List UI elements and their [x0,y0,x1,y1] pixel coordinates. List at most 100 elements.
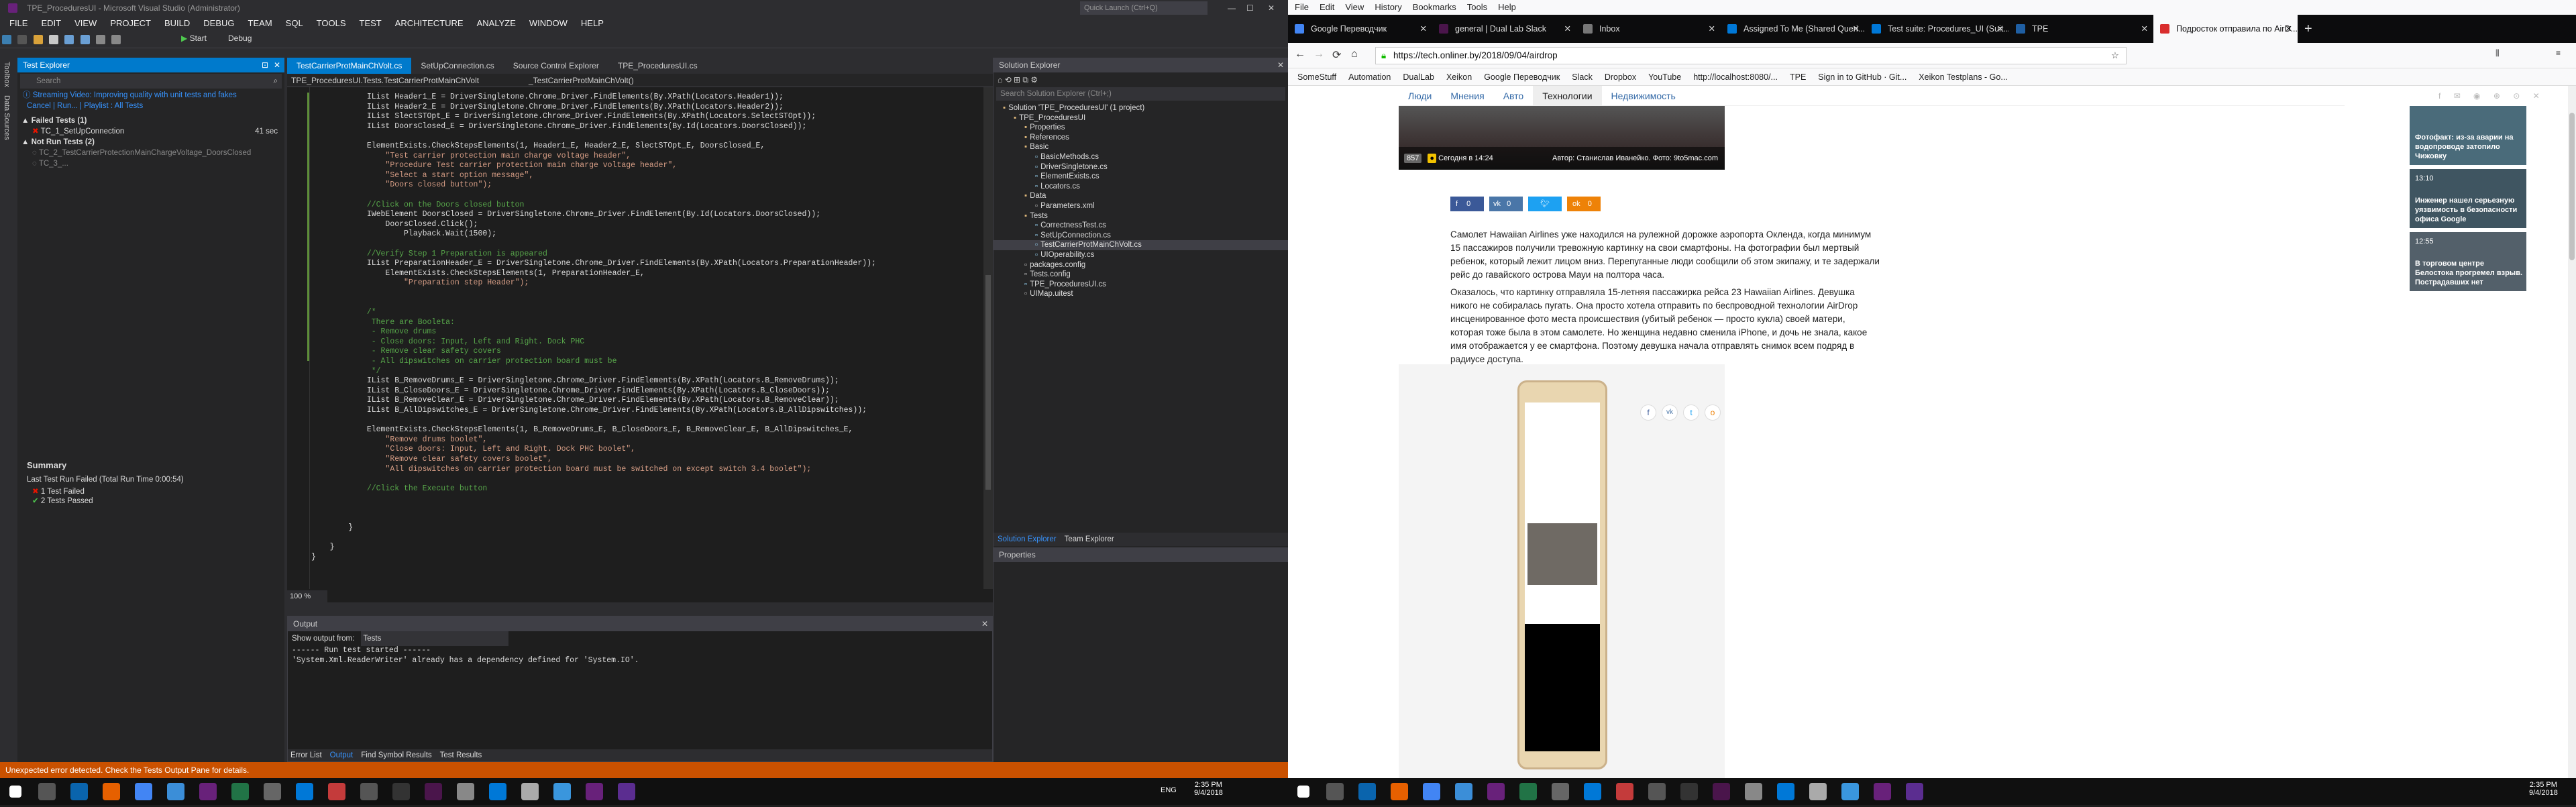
visual-studio-icon[interactable] [1487,783,1505,800]
output-bottom-tab[interactable]: Test Results [440,749,482,761]
scrollbar-thumb[interactable] [2569,113,2575,260]
quick-launch-input[interactable]: Quick Launch (Ctrl+Q) [1080,1,1208,15]
notrun-test-row[interactable]: ◌ TC_3_... [17,158,284,169]
solution-tree-item[interactable]: ▫ DriverSingletone.cs [994,162,1288,172]
excel-icon[interactable] [231,783,249,800]
url-bar[interactable]: 🔒︎ https://tech.onliner.by/2018/09/04/ai… [1375,47,2127,64]
edge-icon[interactable] [1455,783,1472,800]
browser-tab[interactable]: Google Переводчик ✕ [1288,15,1432,43]
firefox-menu-item[interactable]: History [1375,0,1401,15]
notrun-tests-group[interactable]: ▲ Not Run Tests (2) [17,137,284,148]
share-ok-icon[interactable]: o [1705,405,1721,421]
back-icon[interactable]: ← [1295,48,1305,60]
share-facebook-button[interactable]: f 0 [1450,197,1484,211]
share-ok-button[interactable]: ok 0 [1567,197,1601,211]
settings-icon[interactable] [1745,783,1762,800]
share-twitter-icon[interactable]: t [1683,405,1699,421]
vs-menu-item[interactable]: ANALYZE [477,16,516,31]
bookmark-item[interactable]: Slack [1572,68,1593,85]
clock-time[interactable]: 2:35 PM [1194,781,1223,789]
open-file-icon[interactable] [49,35,59,44]
redo-icon[interactable] [111,35,121,44]
chrome-icon[interactable] [1423,783,1440,800]
news-card[interactable]: 13:10 Инженер нашел серьезную уязвимость … [2410,169,2526,228]
site-nav-item[interactable]: Недвижимость [1602,86,1685,105]
search-icon[interactable] [38,783,56,800]
chrome-icon[interactable] [135,783,152,800]
bookmark-item[interactable]: Sign in to GitHub · Git... [1818,68,1907,85]
notes-icon[interactable] [1809,783,1827,800]
site-nav-item[interactable]: Технологии [1533,86,1602,105]
solution-tree-item[interactable]: ▫ SetUpConnection.cs [994,231,1288,241]
vs-menu-item[interactable]: TOOLS [317,16,346,31]
solution-tree-item[interactable]: ▫ Locators.cs [994,182,1288,192]
solution-tree-item[interactable]: ▪ Tests [994,211,1288,221]
new-tab-button[interactable]: + [2298,15,2312,43]
firefox-menu-item[interactable]: Tools [1467,0,1487,15]
calculator-icon[interactable] [264,783,281,800]
browser-tab[interactable]: TPE ✕ [2009,15,2153,43]
bookmark-item[interactable]: Xeikon Testplans - Go... [1919,68,2007,85]
tab-close-icon[interactable]: ✕ [1853,15,1860,43]
tab-close-icon[interactable]: ✕ [1709,15,1715,43]
terminal-icon[interactable] [1680,783,1698,800]
browser-tab[interactable]: Inbox ✕ [1576,15,1721,43]
share-vk-button[interactable]: vk 0 [1489,197,1523,211]
home-icon[interactable]: ⌂ [1351,48,1358,60]
solution-tree-item[interactable]: ▫ TestCarrierProtMainChVolt.cs [994,240,1288,250]
tab-close-icon[interactable]: ✕ [1997,15,2004,43]
bookmark-item[interactable]: http://localhost:8080/... [1693,68,1778,85]
maximize-button[interactable]: ☐ [1246,0,1254,16]
share-facebook-icon[interactable]: f [1640,405,1656,421]
output-bottom-tab[interactable]: Output [330,749,354,761]
excel-icon[interactable] [1519,783,1537,800]
skype-icon[interactable] [1841,783,1859,800]
failed-test-row[interactable]: ✖ TC_1_SetUpConnection 41 sec [17,126,284,137]
library-icon[interactable]: ⫼ [2496,48,2500,58]
minimize-button[interactable]: — [1228,0,1236,16]
site-nav-item[interactable]: Авто [1494,86,1534,105]
panel-close-icon[interactable]: ✕ [1277,58,1284,72]
output-source-select[interactable]: Tests [360,631,508,646]
clock-date[interactable]: 9/4/2018 [2529,789,2558,797]
bookmark-star-icon[interactable]: ☆ [2111,48,2119,64]
site-nav-item[interactable]: Мнения [1441,86,1493,105]
solution-tree-item[interactable]: ▫ packages.config [994,260,1288,270]
solution-tree-item[interactable]: ▫ UIMap.uitest [994,289,1288,299]
editor-tab[interactable]: Source Control Explorer [504,58,608,74]
firefox-menu-item[interactable]: View [1345,0,1364,15]
bookmark-item[interactable]: DualLab [1403,68,1434,85]
skype-icon[interactable] [553,783,571,800]
teams-icon[interactable] [1906,783,1923,800]
save-icon[interactable] [64,35,74,44]
bookmark-item[interactable]: Google Переводчик [1484,68,1560,85]
visual-studio-icon[interactable] [1874,783,1891,800]
solution-tree-item[interactable]: ▪ References [994,133,1288,143]
output-bottom-tab[interactable]: Error List [290,749,322,761]
editor-scrollbar[interactable] [983,87,993,589]
menu-icon[interactable]: ≡ [2556,48,2561,58]
solution-tree-item[interactable]: ▪ TPE_ProceduresUI [994,113,1288,123]
solution-tree-item[interactable]: ▫ BasicMethods.cs [994,152,1288,162]
firefox-icon[interactable] [103,783,120,800]
paint-icon[interactable] [328,783,345,800]
forward-icon[interactable] [17,35,28,44]
config-select[interactable]: Debug [228,34,252,43]
edge-icon[interactable] [167,783,184,800]
paint-icon[interactable] [1616,783,1633,800]
vs-menu-item[interactable]: ARCHITECTURE [395,16,464,31]
vs-menu-item[interactable]: TEAM [248,16,272,31]
news-card[interactable]: 12:55 В торговом центре Белостока прогрем… [2410,232,2526,291]
task-view-icon[interactable] [1358,783,1376,800]
bookmark-item[interactable]: Dropbox [1605,68,1636,85]
start-button[interactable]: ▶ Start [181,34,207,43]
pin-icon[interactable]: ⊡ [262,58,268,72]
panel-close-icon[interactable]: ✕ [274,58,280,72]
data-sources-tab[interactable]: Data Sources [0,91,13,144]
visual-studio-icon[interactable] [199,783,217,800]
panel-close-icon[interactable]: ✕ [981,616,988,631]
bookmark-item[interactable]: SomeStuff [1297,68,1336,85]
slack-icon[interactable] [1713,783,1730,800]
bookmark-item[interactable]: YouTube [1648,68,1681,85]
output-text[interactable]: ------ Run test started ------ 'System.X… [288,646,992,665]
